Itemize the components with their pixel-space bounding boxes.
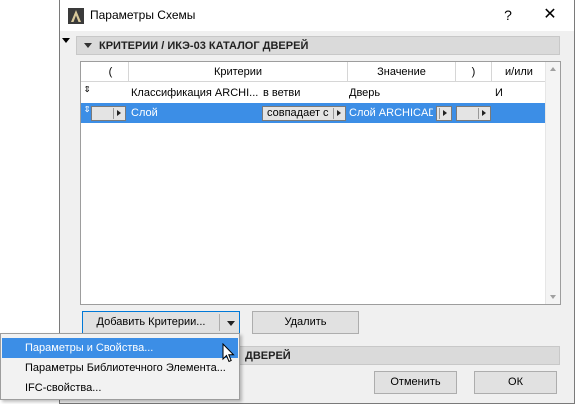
dropdown-arrow-icon: [113, 108, 124, 119]
criteria-section-title: КРИТЕРИИ / ИКЭ-03 КАТАЛОГ ДВЕРЕЙ: [99, 40, 309, 52]
scroll-down-arrow-icon[interactable]: [550, 295, 556, 299]
dropdown-arrow-icon: [333, 108, 344, 119]
table-row[interactable]: ⇕ Классификация ARCHI... в ветви Дверь И: [81, 83, 546, 103]
scroll-up-arrow-icon[interactable]: [550, 67, 556, 71]
chevron-down-icon[interactable]: [227, 321, 235, 326]
column-criteria[interactable]: Критерии: [129, 62, 348, 82]
title-bar: Параметры Схемы ? ✕: [60, 0, 574, 31]
value-dropdown[interactable]: [436, 106, 452, 121]
column-value[interactable]: Значение: [348, 62, 456, 82]
row-drag-handle-icon[interactable]: ⇕: [83, 86, 91, 100]
dropdown-arrow-icon: [478, 108, 489, 119]
table-row-selected[interactable]: ⇕ Слой совпадает с Слой ARCHICAD: [81, 103, 546, 123]
column-and-or[interactable]: и/или: [492, 62, 546, 82]
criteria-table: ( Критерии Значение ) и/или ⇕ Классифика…: [80, 61, 561, 305]
split-separator: [219, 314, 220, 331]
open-paren-dropdown[interactable]: [91, 106, 126, 121]
row-operator[interactable]: в ветви: [263, 83, 345, 103]
menu-item-ifc-properties[interactable]: IFC-свойства...: [2, 378, 238, 398]
add-criteria-button[interactable]: Добавить Критерии...: [82, 311, 240, 334]
row-criterion[interactable]: Слой: [131, 103, 259, 123]
criteria-section-header[interactable]: КРИТЕРИИ / ИКЭ-03 КАТАЛОГ ДВЕРЕЙ: [76, 36, 560, 55]
mouse-pointer-icon: [222, 343, 235, 363]
close-paren-dropdown[interactable]: [456, 106, 491, 121]
row-drag-handle-icon[interactable]: ⇕: [83, 106, 91, 120]
ok-button[interactable]: ОК: [474, 371, 557, 394]
cancel-button[interactable]: Отменить: [374, 371, 457, 394]
table-vertical-scrollbar[interactable]: [545, 62, 560, 304]
menu-item-library-part-parameters[interactable]: Параметры Библиотечного Элемента...: [2, 358, 238, 378]
row-and-or[interactable]: И: [495, 83, 535, 103]
menu-item-parameters-properties[interactable]: Параметры и Свойства...: [2, 338, 238, 358]
row-value[interactable]: Дверь: [349, 83, 455, 103]
panel-collapse-arrow-icon[interactable]: [62, 38, 70, 43]
help-button[interactable]: ?: [496, 4, 520, 26]
column-close-paren[interactable]: ): [456, 62, 492, 82]
column-open-paren[interactable]: (: [93, 62, 129, 82]
operator-dropdown[interactable]: совпадает с: [262, 106, 346, 121]
row-and-or[interactable]: [495, 103, 535, 123]
table-header: ( Критерии Значение ) и/или: [81, 62, 546, 82]
collapse-triangle-icon[interactable]: [84, 43, 92, 48]
delete-button[interactable]: Удалить: [252, 311, 359, 334]
archicad-app-icon: [68, 8, 84, 24]
close-button[interactable]: ✕: [538, 4, 562, 26]
dialog-title: Параметры Схемы: [90, 8, 196, 22]
add-criteria-menu: Параметры и Свойства... Параметры Библио…: [0, 333, 240, 400]
add-criteria-label: Добавить Критерии...: [96, 316, 206, 328]
row-criterion[interactable]: Классификация ARCHI...: [131, 83, 261, 103]
dropdown-arrow-icon: [439, 108, 450, 119]
second-section-title: ДВЕРЕЙ: [245, 350, 291, 362]
row-value[interactable]: Слой ARCHICAD: [349, 103, 433, 123]
operator-value: совпадает с: [267, 107, 329, 119]
